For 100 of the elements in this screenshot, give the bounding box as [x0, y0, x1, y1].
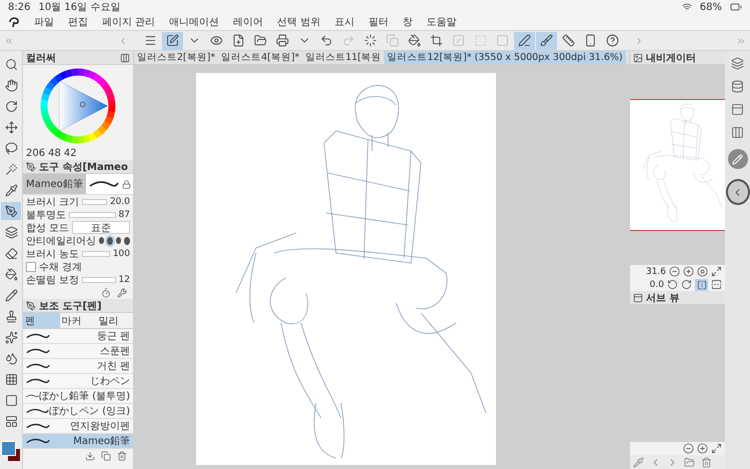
copy-icon — [386, 34, 399, 47]
pen-icon — [4, 204, 18, 218]
brush-list-item[interactable]: 연지왕방이펜 — [23, 419, 133, 434]
edit-icon — [166, 34, 179, 47]
color-value: 48 — [48, 148, 61, 159]
columns-icon — [731, 126, 744, 139]
pen-line-icon — [518, 34, 531, 47]
tool-property-title: 도구 속성[Mameo — [39, 160, 128, 174]
brush-label: じわペン — [90, 375, 130, 388]
brush-list-item[interactable]: Mameo鉛筆 — [23, 434, 133, 449]
sub-tool-tab[interactable]: 펜 — [23, 313, 60, 328]
brush-list-item[interactable]: ぼかし鉛筆 (불투명) — [23, 389, 133, 404]
pencil-icon — [4, 288, 18, 302]
dotted-circle-icon — [364, 34, 377, 47]
navigator-title: 내비게이터 — [646, 52, 696, 64]
menu-item[interactable]: 필터 — [368, 15, 388, 29]
toolbar-button[interactable] — [514, 32, 535, 50]
brush-list-item[interactable]: 거친 펜 — [23, 359, 133, 374]
antialias-option[interactable] — [116, 237, 122, 244]
pencil-button[interactable] — [728, 149, 748, 169]
sub-view-title: 서브 뷰 — [646, 292, 680, 304]
fit-icon — [711, 443, 722, 454]
trash-icon — [701, 456, 712, 468]
brush-label: 연지왕방이펜 — [70, 420, 130, 433]
dashed-square-icon — [474, 34, 487, 47]
menu-icon — [144, 34, 157, 47]
brush-label: 거친 펜 — [96, 360, 130, 373]
pen-icon — [26, 300, 36, 310]
slider-track[interactable] — [82, 198, 107, 204]
antialias-option[interactable] — [124, 236, 130, 244]
rotate-right-icon — [681, 279, 692, 290]
menu-item[interactable]: 선택 범위 — [277, 15, 320, 29]
property-value: 100 — [112, 248, 130, 258]
document-tab[interactable]: 일러스트12[복원]* (3550 x 5000px 300dpi 31.6%) — [384, 51, 626, 64]
menu-item[interactable]: 표시 — [334, 15, 354, 29]
menu-item[interactable]: 편집 — [68, 15, 88, 29]
color-panel-tab[interactable]: 컬러써 — [26, 50, 56, 64]
lasso-icon — [4, 142, 18, 154]
wifi-icon — [682, 2, 692, 12]
brush-list-item[interactable]: 스푼펜 — [23, 344, 133, 359]
document-tab[interactable]: 일러스트4[복원]* — [218, 51, 302, 64]
paint-bucket-icon — [408, 34, 421, 47]
slider-track[interactable] — [82, 276, 116, 282]
menu-item[interactable]: 레이어 — [233, 15, 264, 29]
app-logo-icon — [8, 16, 20, 28]
brush-stroke-icon — [26, 362, 50, 370]
brush-list-item[interactable]: 둥근 펜 — [23, 329, 133, 344]
hand-icon — [4, 78, 18, 92]
frame-icon — [4, 414, 18, 428]
antialias-option[interactable] — [107, 236, 113, 244]
trash-icon — [117, 450, 127, 460]
ruler-icon — [562, 34, 575, 47]
blend-mode-select[interactable]: 표준 — [72, 221, 130, 234]
flip-horizontal-button[interactable] — [695, 278, 708, 290]
layers-icon — [731, 57, 744, 70]
download-icon — [85, 450, 95, 460]
collapse-button[interactable] — [726, 179, 750, 205]
slider-track[interactable] — [69, 212, 116, 218]
brush-list-item[interactable]: じわペン — [23, 374, 133, 389]
paint-bucket-icon — [4, 268, 18, 280]
brush-stroke-icon — [26, 377, 50, 385]
flip-vertical-icon — [711, 279, 722, 290]
menu-item[interactable]: 애니메이션 — [169, 15, 220, 29]
property-value: 87 — [118, 210, 130, 220]
toolbar-button[interactable] — [536, 32, 557, 50]
tool-button[interactable] — [1, 202, 21, 220]
double-chevron-left-icon — [4, 36, 14, 46]
brush-label: Mameo鉛筆 — [73, 435, 130, 448]
slider-track[interactable] — [82, 250, 110, 256]
palette-grid-icon — [120, 52, 130, 62]
color-wheel-icon — [39, 67, 117, 145]
sub-tool-title: 보조 도구[펜] — [39, 300, 102, 312]
toolbar-button[interactable] — [162, 32, 183, 50]
document-tab[interactable]: 일러스트2[복원]* — [134, 51, 218, 64]
menu-item[interactable]: 파일 — [34, 15, 54, 29]
document-tab[interactable]: 일러스트11[복원 — [302, 51, 384, 64]
brush-list-item[interactable]: ぼかしペン (잉크) — [23, 404, 133, 419]
zoom-in-icon — [683, 266, 694, 277]
antialias-option[interactable] — [99, 237, 104, 244]
angle-value: 0.0 — [650, 280, 664, 290]
checkbox[interactable] — [26, 262, 36, 272]
menu-item[interactable]: 페이지 관리 — [102, 15, 156, 29]
flip-horizontal-icon — [696, 280, 706, 290]
brush-icon — [540, 34, 553, 47]
zoom-in-icon — [697, 443, 708, 454]
menu-item[interactable]: 도움말 — [426, 15, 456, 29]
eyedropper-icon — [633, 456, 644, 468]
menu-item[interactable]: 창 — [402, 15, 412, 29]
zoom-out-icon — [669, 266, 680, 277]
status-date: 10월 16일 수요일 — [38, 1, 120, 14]
move-icon — [4, 120, 18, 134]
color-value: 206 — [26, 148, 46, 159]
panel-icon — [633, 292, 643, 302]
fit-icon — [711, 266, 722, 277]
color-swatches[interactable] — [1, 441, 21, 463]
brush-label: 스푼펜 — [100, 345, 130, 358]
status-time: 8:26 — [8, 2, 30, 12]
redo-icon — [342, 34, 355, 47]
rotate-icon — [4, 100, 18, 112]
sparkles-icon — [4, 330, 18, 344]
